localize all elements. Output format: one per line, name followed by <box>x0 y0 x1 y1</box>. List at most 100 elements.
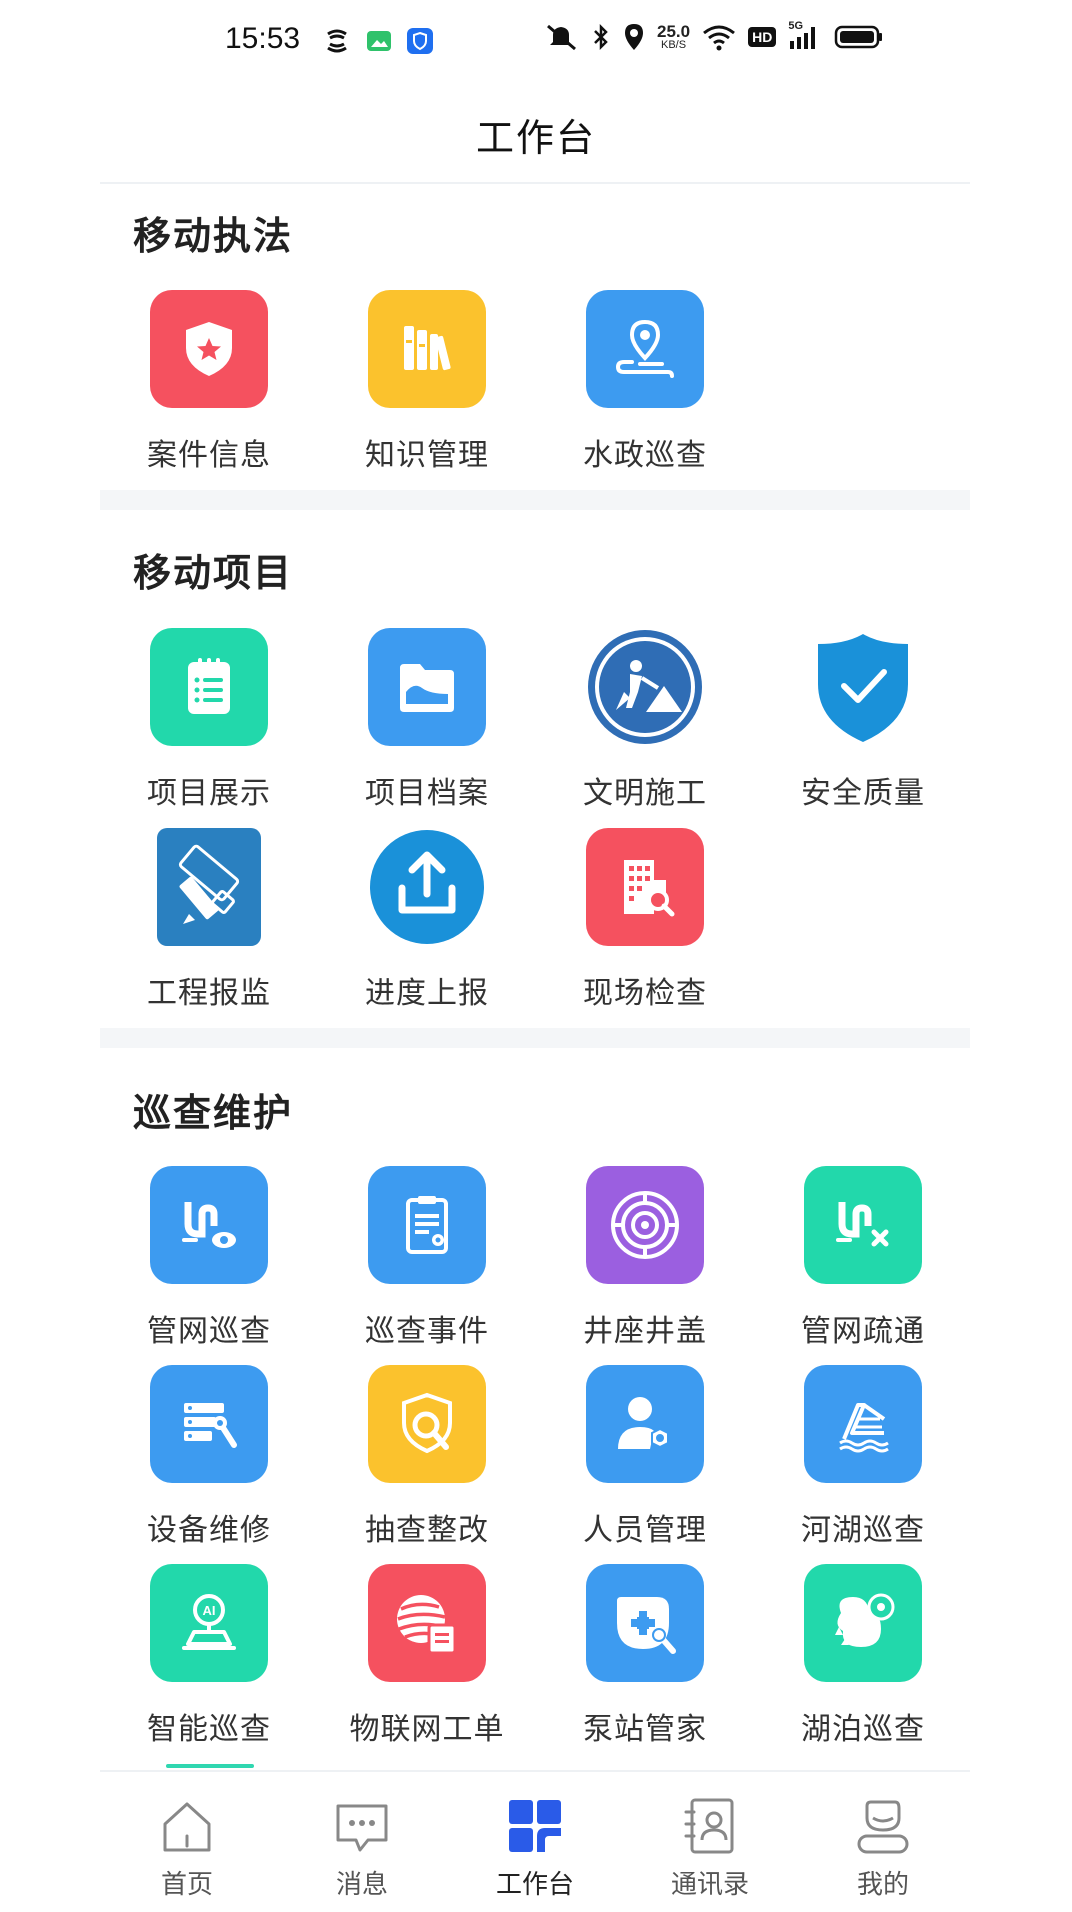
home-icon <box>155 1794 219 1858</box>
app-label: 泵站管家 <box>583 1712 707 1747</box>
network-speed-value: 25.0 <box>657 22 691 41</box>
shield-check-icon <box>804 628 922 746</box>
section-title-mobile-enforcement: 移动执法 <box>133 214 294 258</box>
app-manhole-covers[interactable]: 井座井盖 <box>545 1166 745 1350</box>
app-label: 工程报监 <box>147 976 271 1011</box>
app-pipe-dredging[interactable]: 管网疏通 <box>763 1166 963 1350</box>
tab-label: 工作台 <box>495 1870 574 1900</box>
section-title-patrol-maintenance: 巡查维护 <box>133 1091 294 1135</box>
app-patrol-events[interactable]: 巡查事件 <box>327 1166 527 1350</box>
app-personnel-management[interactable]: 人员管理 <box>545 1365 745 1549</box>
app-label: 案件信息 <box>147 438 271 473</box>
status-bar: 15:53 25.0 KB/S HD 5G <box>0 0 1072 84</box>
app-label: 知识管理 <box>365 438 489 473</box>
app-label: 人员管理 <box>583 1513 707 1548</box>
section-divider <box>100 490 970 510</box>
app-river-lake-patrol[interactable]: 河湖巡查 <box>763 1365 963 1549</box>
section-divider <box>100 1028 970 1048</box>
bottom-tab-bar: 首页 消息 工作台 通讯录 我的 <box>100 1770 970 1912</box>
tab-label: 首页 <box>160 1870 213 1900</box>
bluetooth-icon <box>591 22 611 52</box>
app-civilized-construction[interactable]: 文明施工 <box>545 628 745 812</box>
gallery-icon <box>366 28 392 54</box>
books-icon <box>368 290 486 408</box>
app-label: 项目展示 <box>147 776 271 811</box>
app-pipe-patrol[interactable]: 管网巡查 <box>109 1166 309 1350</box>
app-label: 安全质量 <box>801 776 925 811</box>
app-label: 湖泊巡查 <box>801 1712 925 1747</box>
app-project-display[interactable]: 项目展示 <box>109 628 309 812</box>
battery-icon <box>834 23 884 51</box>
app-engineering-report[interactable]: 工程报监 <box>109 828 309 1012</box>
title-bar: 工作台 <box>0 84 1072 184</box>
app-smart-patrol[interactable]: AI 智能巡查 <box>109 1564 309 1748</box>
app-label: 智能巡查 <box>147 1712 271 1747</box>
pump-wrench-icon <box>586 1564 704 1682</box>
shield-app-icon <box>406 27 434 55</box>
section-title-mobile-projects: 移动项目 <box>133 551 294 595</box>
app-label: 巡查事件 <box>365 1314 489 1349</box>
app-water-patrol[interactable]: 水政巡查 <box>545 290 745 474</box>
manhole-icon <box>586 1166 704 1284</box>
page-title: 工作台 <box>475 115 596 160</box>
clipboard-list-icon <box>150 628 268 746</box>
iot-globe-icon <box>368 1564 486 1682</box>
shield-search-icon <box>368 1365 486 1483</box>
hd-badge: HD <box>748 27 777 47</box>
ai-pin-icon: AI <box>150 1564 268 1682</box>
network-speed: 25.0 KB/S <box>657 23 690 51</box>
app-equipment-repair[interactable]: 设备维修 <box>109 1365 309 1549</box>
pipe-clean-icon <box>804 1166 922 1284</box>
tab-contacts[interactable]: 通讯录 <box>645 1794 775 1901</box>
app-spot-check-rectify[interactable]: 抽查整改 <box>327 1365 527 1549</box>
tab-workbench[interactable]: 工作台 <box>470 1794 600 1901</box>
app-lake-patrol[interactable]: 湖泊巡查 <box>763 1564 963 1748</box>
tab-label: 消息 <box>335 1870 388 1900</box>
app-case-info[interactable]: 案件信息 <box>109 290 309 474</box>
network-type: 5G <box>788 20 804 32</box>
app-label: 河湖巡查 <box>801 1513 925 1548</box>
tab-home[interactable]: 首页 <box>122 1794 252 1901</box>
status-time: 15:53 <box>225 22 301 55</box>
pipe-eye-icon <box>150 1166 268 1284</box>
scroll-indicator <box>166 1764 254 1768</box>
lake-icon <box>804 1564 922 1682</box>
tab-label: 通讯录 <box>670 1870 749 1900</box>
mute-icon <box>545 22 579 52</box>
nfc-icon <box>322 26 352 56</box>
app-label: 管网巡查 <box>147 1314 271 1349</box>
pencil-ruler-icon <box>157 828 261 946</box>
app-label: 现场检查 <box>583 976 707 1011</box>
app-progress-report[interactable]: 进度上报 <box>327 828 527 1012</box>
app-label: 物联网工单 <box>349 1712 505 1747</box>
app-knowledge-management[interactable]: 知识管理 <box>327 290 527 474</box>
app-pump-station[interactable]: 泵站管家 <box>545 1564 745 1748</box>
app-label: 项目档案 <box>365 776 489 811</box>
tab-profile[interactable]: 我的 <box>818 1794 948 1901</box>
network-speed-unit: KB/S <box>661 39 687 51</box>
app-label: 水政巡查 <box>583 438 707 473</box>
app-site-inspection[interactable]: 现场检查 <box>545 828 745 1012</box>
app-label: 文明施工 <box>583 776 707 811</box>
upload-icon <box>368 828 486 946</box>
tab-label: 我的 <box>856 1870 909 1900</box>
wifi-icon <box>702 23 736 51</box>
river-icon <box>804 1365 922 1483</box>
folder-icon <box>368 628 486 746</box>
app-label: 进度上报 <box>365 976 489 1011</box>
app-label: 井座井盖 <box>583 1314 707 1349</box>
police-shield-icon <box>150 290 268 408</box>
title-divider <box>100 182 970 184</box>
app-project-archive[interactable]: 项目档案 <box>327 628 527 812</box>
app-iot-work-order[interactable]: 物联网工单 <box>327 1564 527 1748</box>
building-search-icon <box>586 828 704 946</box>
tab-messages[interactable]: 消息 <box>297 1794 427 1901</box>
app-safety-quality[interactable]: 安全质量 <box>763 628 963 812</box>
app-label: 抽查整改 <box>365 1513 489 1548</box>
app-label: 管网疏通 <box>801 1314 925 1349</box>
signal-icon: 5G <box>788 20 822 51</box>
app-label: 设备维修 <box>147 1513 271 1548</box>
status-right-icons: 25.0 KB/S HD 5G <box>545 20 884 52</box>
user-gear-icon <box>586 1365 704 1483</box>
map-pin-route-icon <box>586 290 704 408</box>
